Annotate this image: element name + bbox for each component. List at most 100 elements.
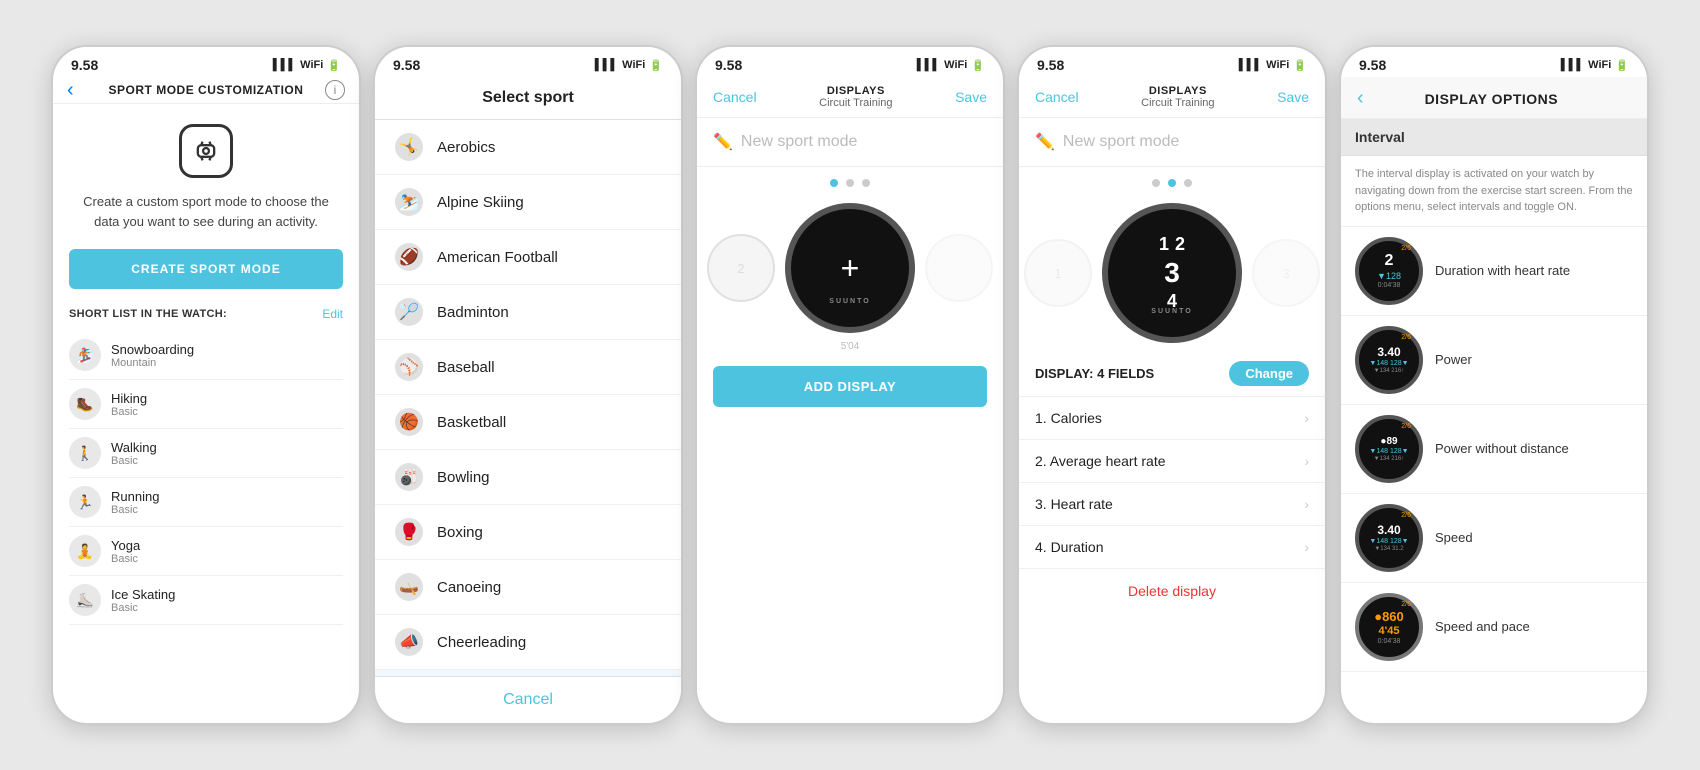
display-fields-header: DISPLAY: 4 FIELDS Change (1019, 351, 1325, 397)
walking-icon: 🚶 (69, 437, 101, 469)
change-button[interactable]: Change (1229, 361, 1309, 386)
screen2-time: 9.58 (393, 57, 420, 73)
sport-baseball[interactable]: ⚾ Baseball (375, 340, 681, 395)
create-sport-mode-button[interactable]: CREATE SPORT MODE (69, 249, 343, 289)
option-speed[interactable]: 2/6 3.40 ▼148 128▼ ▼134 31.2 Speed (1341, 494, 1647, 583)
mode-name: New sport mode (741, 133, 858, 151)
screen4-status-bar: 9.58 ▌▌▌ WiFi 🔋 (1019, 47, 1325, 77)
screen1-header: ‹ SPORT MODE CUSTOMIZATION i (53, 77, 359, 104)
field-row-2[interactable]: 2. Average heart rate › (1019, 440, 1325, 483)
add-display-button[interactable]: ADD DISPLAY (713, 366, 987, 407)
hiking-name: Hiking (111, 391, 147, 406)
info-button[interactable]: i (325, 80, 345, 100)
running-text: Running Basic (111, 489, 159, 516)
option-watch-inner-2: 3.40 ▼148 128▼ ▼134 216↑ (1369, 345, 1408, 374)
edit-link[interactable]: Edit (322, 307, 343, 321)
signal-icon: ▌▌▌ (1239, 59, 1262, 71)
cheerleading-icon: 📣 (395, 628, 423, 656)
screen3-time: 9.58 (715, 57, 742, 73)
sport-american-football[interactable]: 🏈 American Football (375, 230, 681, 285)
option-name-1: Duration with heart rate (1435, 263, 1570, 278)
nav-title: DISPLAYS (1141, 85, 1214, 97)
option-name-4: Speed (1435, 530, 1473, 545)
nav-subtitle: Circuit Training (819, 97, 892, 109)
sport-select-list: 🤸 Aerobics ⛷️ Alpine Skiing 🏈 American F… (375, 120, 681, 676)
list-item: 🏃 Running Basic (69, 478, 343, 527)
option-watch-3: 2/6 ●89 ▼148 128▼ ▼134 216↑ (1355, 415, 1423, 483)
back-button[interactable]: ‹ (1357, 87, 1364, 110)
american-football-label: American Football (437, 249, 558, 266)
option-duration-heart-rate[interactable]: 2/6 2 ▼128 0:04'38 Duration with heart r… (1341, 227, 1647, 316)
watch-display-area: 2 + SUUNTO (697, 195, 1003, 341)
running-icon: 🏃 (69, 486, 101, 518)
dot-1 (830, 179, 838, 187)
canoeing-label: Canoeing (437, 579, 501, 596)
field-label-3: 3. Heart rate (1035, 496, 1113, 512)
cancel-button[interactable]: Cancel (713, 89, 757, 105)
field-label-4: 4. Duration (1035, 539, 1103, 555)
option-name-3: Power without distance (1435, 441, 1569, 456)
opt-small-2: ▼134 216↑ (1374, 368, 1405, 374)
baseball-icon: ⚾ (395, 353, 423, 381)
field-row-1[interactable]: 1. Calories › (1019, 397, 1325, 440)
screen4-time: 9.58 (1037, 57, 1064, 73)
chevron-icon-1: › (1304, 410, 1309, 426)
option-speed-pace[interactable]: 2/6 ●860 4'45 0:04'38 Speed and pace (1341, 583, 1647, 672)
wifi-icon: WiFi (300, 59, 323, 71)
watch-main-numbers: 1 2 3 4 SUUNTO (1102, 203, 1242, 343)
screen3-status-bar: 9.58 ▌▌▌ WiFi 🔋 (697, 47, 1003, 77)
battery-icon: 🔋 (1615, 59, 1629, 72)
opt-med-5: 4'45 (1379, 625, 1400, 637)
snowboarding-sub: Mountain (111, 357, 194, 369)
sport-boxing[interactable]: 🥊 Boxing (375, 505, 681, 560)
option-watch-2: 2/6 3.40 ▼148 128▼ ▼134 216↑ (1355, 326, 1423, 394)
dot-3 (862, 179, 870, 187)
option-power[interactable]: 2/6 3.40 ▼148 128▼ ▼134 216↑ Power (1341, 316, 1647, 405)
option-watch-4: 2/6 3.40 ▼148 128▼ ▼134 31.2 (1355, 504, 1423, 572)
sport-cheerleading[interactable]: 📣 Cheerleading (375, 615, 681, 670)
watch-ghost-right (925, 234, 993, 302)
option-watch-inner-3: ●89 ▼148 128▼ ▼134 216↑ (1369, 436, 1408, 462)
sport-bowling[interactable]: 🎳 Bowling (375, 450, 681, 505)
back-button[interactable]: ‹ (67, 79, 74, 102)
option-label-5: 2/6 (1401, 601, 1411, 608)
field-row-3[interactable]: 3. Heart rate › (1019, 483, 1325, 526)
watch-ghost-left: 2 (707, 234, 775, 302)
sport-list: 🏂 Snowboarding Mountain 🥾 Hiking Basic 🚶 (69, 331, 343, 625)
option-watch-inner-1: 2 ▼128 0:04'38 (1377, 252, 1401, 289)
snowboarding-text: Snowboarding Mountain (111, 342, 194, 369)
battery-icon: 🔋 (971, 59, 985, 72)
cancel-button[interactable]: Cancel (375, 676, 681, 723)
sport-canoeing[interactable]: 🛶 Canoeing (375, 560, 681, 615)
sport-basketball[interactable]: 🏀 Basketball (375, 395, 681, 450)
opt-med-4: ▼148 128▼ (1369, 538, 1408, 545)
brand-label: SUUNTO (1151, 308, 1192, 315)
yoga-name: Yoga (111, 538, 140, 553)
field-row-4[interactable]: 4. Duration › (1019, 526, 1325, 569)
opt-big-4: 3.40 (1377, 523, 1400, 537)
edit-icon: ✏️ (713, 132, 733, 152)
signal-icon: ▌▌▌ (595, 59, 618, 71)
sport-alpine-skiing[interactable]: ⛷️ Alpine Skiing (375, 175, 681, 230)
opt-med-3: ▼148 128▼ (1369, 448, 1408, 455)
cancel-button[interactable]: Cancel (1035, 89, 1079, 105)
mode-name: New sport mode (1063, 133, 1180, 151)
delete-display-button[interactable]: Delete display (1019, 569, 1325, 613)
screen1-phone: 9.58 ▌▌▌ WiFi 🔋 ‹ SPORT MODE CUSTOMIZATI… (51, 45, 361, 725)
canoeing-icon: 🛶 (395, 573, 423, 601)
opt-small-4: ▼134 31.2 (1374, 546, 1403, 552)
running-sub: Basic (111, 504, 159, 516)
sport-aerobics[interactable]: 🤸 Aerobics (375, 120, 681, 175)
save-button[interactable]: Save (955, 89, 987, 105)
dot-2 (846, 179, 854, 187)
alpine-skiing-icon: ⛷️ (395, 188, 423, 216)
interval-desc: The interval display is activated on you… (1341, 156, 1647, 227)
opt-small-5: 0:04'38 (1378, 638, 1401, 645)
sport-badminton[interactable]: 🏸 Badminton (375, 285, 681, 340)
save-button[interactable]: Save (1277, 89, 1309, 105)
hiking-icon: 🥾 (69, 388, 101, 420)
option-power-no-distance[interactable]: 2/6 ●89 ▼148 128▼ ▼134 216↑ Power withou… (1341, 405, 1647, 494)
hiking-text: Hiking Basic (111, 391, 147, 418)
boxing-icon: 🥊 (395, 518, 423, 546)
watch-numbers: 1 2 3 4 (1159, 234, 1185, 312)
